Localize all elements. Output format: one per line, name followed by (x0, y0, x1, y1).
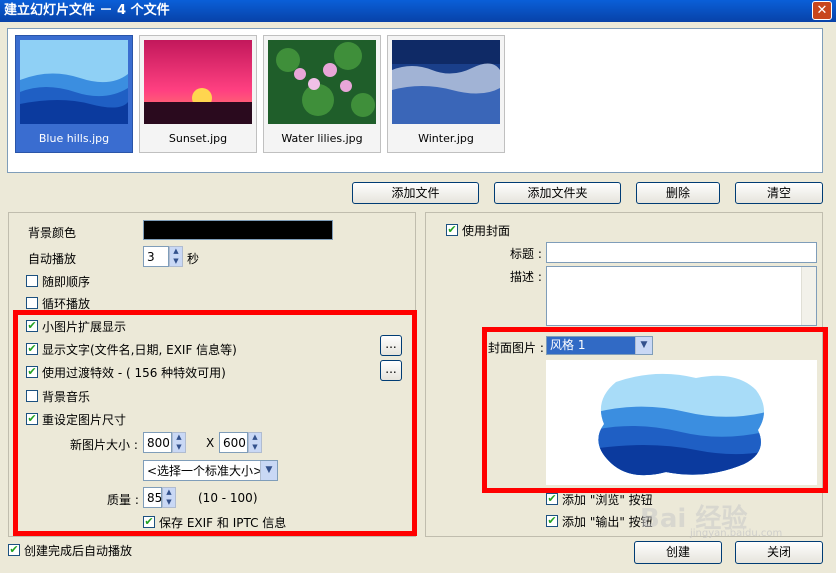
thumbnail-item-sunset[interactable]: Sunset.jpg (139, 35, 257, 153)
cover-description-textarea[interactable] (546, 266, 817, 326)
add-output-button-checkbox[interactable]: ✔ (546, 515, 558, 527)
seconds-unit-label: 秒 (187, 252, 200, 266)
autoplay-after-create-checkbox[interactable]: ✔ (8, 544, 20, 556)
thumbnail-item-water-lilies[interactable]: Water lilies.jpg (263, 35, 381, 153)
thumbnail-list[interactable]: Blue hills.jpg Sunset.jpg Water lilies.j… (7, 28, 823, 173)
autoplay-seconds-input[interactable]: 3 (143, 246, 169, 267)
add-file-button[interactable]: 添加文件 (352, 182, 479, 204)
watermark-url: jingyan.baidu.com (690, 528, 783, 539)
create-button[interactable]: 创建 (634, 541, 722, 564)
highlight-box-left (13, 310, 417, 536)
use-cover-checkbox[interactable]: ✔ (446, 224, 458, 236)
water-lilies-image (268, 40, 376, 124)
cover-title-label: 标题 : (510, 247, 542, 261)
autoplay-after-create-label: 创建完成后自动播放 (24, 544, 133, 558)
loop-playback-checkbox[interactable] (26, 297, 38, 309)
thumbnail-caption: Water lilies.jpg (281, 132, 363, 145)
random-order-checkbox[interactable] (26, 275, 38, 287)
window-title: 建立幻灯片文件 － 4 个文件 (4, 3, 170, 18)
background-color-label: 背景颜色 (28, 226, 77, 240)
blue-hills-image (20, 40, 128, 124)
clear-button[interactable]: 清空 (735, 182, 823, 204)
winter-image (392, 40, 500, 124)
close-window-button[interactable]: ✕ (812, 1, 832, 20)
background-color-swatch[interactable] (143, 220, 333, 240)
random-order-label: 随即顺序 (42, 275, 91, 289)
window-title-bar[interactable]: 建立幻灯片文件 － 4 个文件 ✕ (0, 0, 836, 22)
add-folder-button[interactable]: 添加文件夹 (494, 182, 621, 204)
use-cover-label: 使用封面 (462, 224, 511, 238)
description-scrollbar[interactable] (801, 267, 816, 325)
close-button[interactable]: 关闭 (735, 541, 823, 564)
cover-title-input[interactable] (546, 242, 817, 263)
autoplay-label: 自动播放 (28, 252, 77, 266)
thumbnail-caption: Blue hills.jpg (38, 132, 110, 145)
delete-button[interactable]: 删除 (636, 182, 720, 204)
autoplay-spinner[interactable]: ▲ ▼ (169, 246, 183, 267)
thumbnail-caption: Winter.jpg (418, 132, 474, 145)
sunset-image (144, 40, 252, 124)
thumbnail-caption: Sunset.jpg (168, 132, 228, 145)
highlight-box-right (482, 327, 828, 493)
cover-description-label: 描述 : (510, 270, 542, 284)
thumbnail-item-blue-hills[interactable]: Blue hills.jpg (15, 35, 133, 153)
add-browse-button-checkbox[interactable]: ✔ (546, 493, 558, 505)
thumbnail-item-winter[interactable]: Winter.jpg (387, 35, 505, 153)
